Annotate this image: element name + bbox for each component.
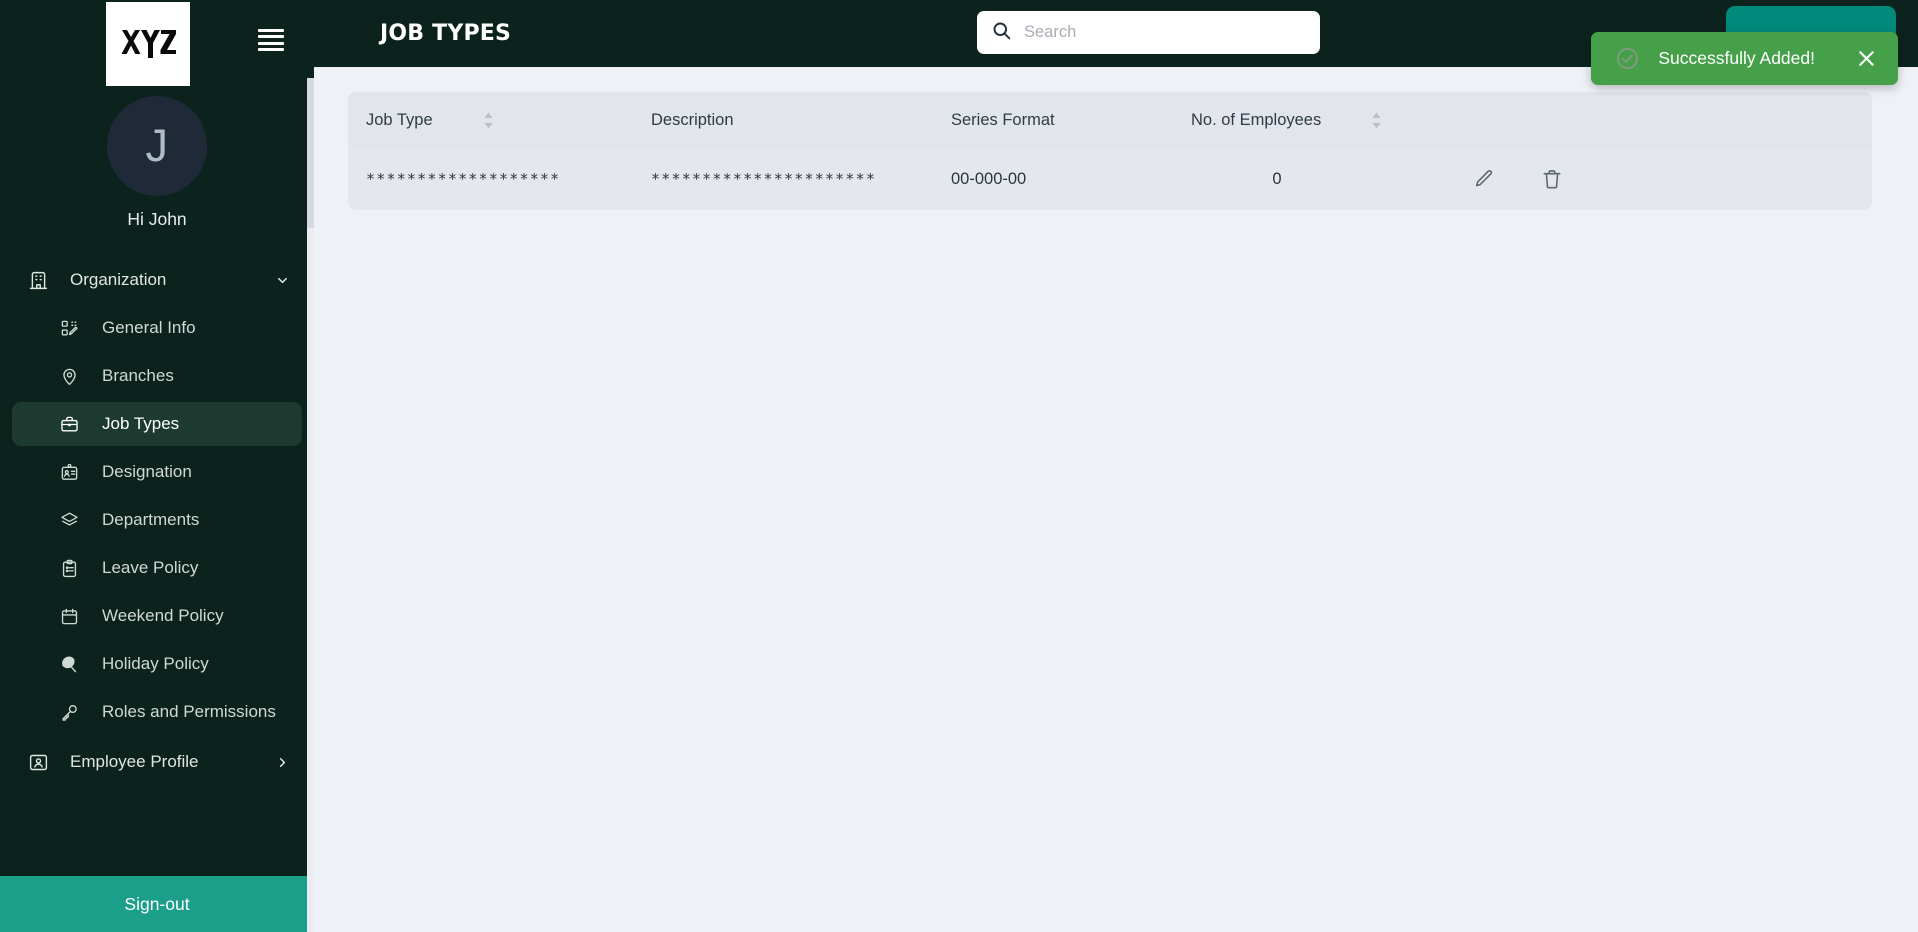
map-pin-icon	[60, 367, 88, 386]
chevron-right-icon	[272, 755, 290, 770]
table-body: ******************* ********************…	[348, 148, 1872, 210]
cell-job-type: *******************	[348, 148, 633, 210]
user-block: J Hi John	[0, 96, 314, 230]
column-label: Series Format	[951, 110, 1055, 129]
building-icon	[28, 270, 58, 291]
sidebar-item-label: Roles and Permissions	[102, 702, 276, 721]
sidebar-nav: Organization General Info Branches Job T…	[0, 258, 314, 784]
table-header-row: Job Type Description Series Format No. o…	[348, 92, 1872, 148]
sidebar-item-leave-policy[interactable]: Leave Policy	[12, 546, 302, 590]
sidebar-group-label: Organization	[70, 270, 167, 289]
clipboard-list-icon	[60, 559, 88, 578]
sidebar-item-label: Holiday Policy	[102, 654, 209, 673]
grid-edit-icon	[60, 319, 88, 338]
sidebar-group-employee-profile[interactable]: Employee Profile	[12, 740, 302, 784]
column-header-description[interactable]: Description	[633, 92, 933, 148]
sidebar-item-job-types[interactable]: Job Types	[12, 402, 302, 446]
top-bar: JOB TYPES Successfully Added!	[314, 0, 1918, 85]
sidebar-item-departments[interactable]: Departments	[12, 498, 302, 542]
app-root: J Hi John Organization General Info Bran…	[0, 0, 1918, 932]
cell-actions	[1433, 148, 1872, 210]
sidebar-item-label: Weekend Policy	[102, 606, 224, 625]
sign-out-button[interactable]: Sign-out	[0, 876, 314, 932]
sidebar-item-label: Departments	[102, 510, 200, 529]
cell-no-of-employees: 0	[1173, 148, 1433, 210]
sidebar-item-label: Designation	[102, 462, 192, 481]
sidebar-item-label: General Info	[102, 318, 196, 337]
sidebar-item-holiday-policy[interactable]: Holiday Policy	[12, 642, 302, 686]
sidebar-item-branches[interactable]: Branches	[12, 354, 302, 398]
hamburger-line	[258, 41, 284, 45]
column-header-series-format[interactable]: Series Format	[933, 92, 1173, 148]
cell-series-format: 00-000-00	[933, 148, 1173, 210]
job-types-table: Job Type Description Series Format No. o…	[348, 92, 1872, 210]
sidebar-scroll-area: J Hi John Organization General Info Bran…	[0, 0, 314, 876]
hamburger-line	[258, 29, 284, 32]
brand-row	[0, 0, 314, 86]
layers-icon	[60, 511, 88, 530]
trash-icon[interactable]	[1541, 168, 1563, 190]
sort-arrows-icon[interactable]	[1371, 112, 1382, 129]
search-box[interactable]	[977, 11, 1320, 54]
avatar[interactable]: J	[107, 96, 207, 196]
beach-umbrella-icon	[60, 655, 88, 674]
column-header-job-type[interactable]: Job Type	[348, 92, 633, 148]
pencil-icon[interactable]	[1473, 168, 1495, 190]
cell-description: **********************	[633, 148, 933, 210]
column-label: Job Type	[366, 110, 433, 129]
sidebar-group-label: Employee Profile	[70, 752, 199, 771]
content-area: Job Type Description Series Format No. o…	[314, 67, 1918, 210]
sidebar: J Hi John Organization General Info Bran…	[0, 0, 314, 932]
table-row[interactable]: ******************* ********************…	[348, 148, 1872, 210]
hamburger-line	[258, 35, 284, 39]
key-icon	[60, 703, 88, 722]
briefcase-icon	[60, 415, 88, 434]
page-title: JOB TYPES	[380, 21, 512, 46]
main-area: JOB TYPES Successfully Added!	[314, 0, 1918, 932]
id-badge-icon	[60, 463, 88, 482]
column-header-actions	[1433, 92, 1872, 148]
user-card-icon	[28, 752, 58, 773]
toast-message: Successfully Added!	[1658, 48, 1815, 68]
sidebar-item-general-info[interactable]: General Info	[12, 306, 302, 350]
hamburger-menu-icon[interactable]	[258, 29, 284, 51]
sort-arrows-icon[interactable]	[483, 112, 494, 129]
sidebar-item-designation[interactable]: Designation	[12, 450, 302, 494]
xyz-logo-icon	[121, 30, 176, 58]
sidebar-item-label: Leave Policy	[102, 558, 199, 577]
sidebar-scrollbar-thumb[interactable]	[307, 78, 314, 228]
calendar-icon	[60, 607, 88, 626]
hamburger-line	[258, 48, 284, 51]
search-input[interactable]	[1024, 23, 1306, 42]
sidebar-group-organization[interactable]: Organization	[12, 258, 302, 302]
company-logo[interactable]	[106, 2, 190, 86]
chevron-down-icon	[272, 273, 290, 288]
column-label: Description	[651, 110, 734, 129]
sidebar-item-weekend-policy[interactable]: Weekend Policy	[12, 594, 302, 638]
column-label: No. of Employees	[1191, 110, 1322, 129]
success-toast: Successfully Added!	[1591, 32, 1898, 85]
close-icon[interactable]	[1855, 47, 1878, 70]
table-head: Job Type Description Series Format No. o…	[348, 92, 1872, 148]
column-header-no-of-employees[interactable]: No. of Employees	[1173, 92, 1433, 148]
sidebar-item-roles-and-permissions[interactable]: Roles and Permissions	[12, 690, 302, 734]
user-greeting: Hi John	[127, 209, 187, 229]
sidebar-item-label: Job Types	[102, 414, 180, 433]
search-icon	[991, 20, 1012, 46]
check-circle-icon	[1615, 46, 1640, 71]
sidebar-item-label: Branches	[102, 366, 174, 385]
